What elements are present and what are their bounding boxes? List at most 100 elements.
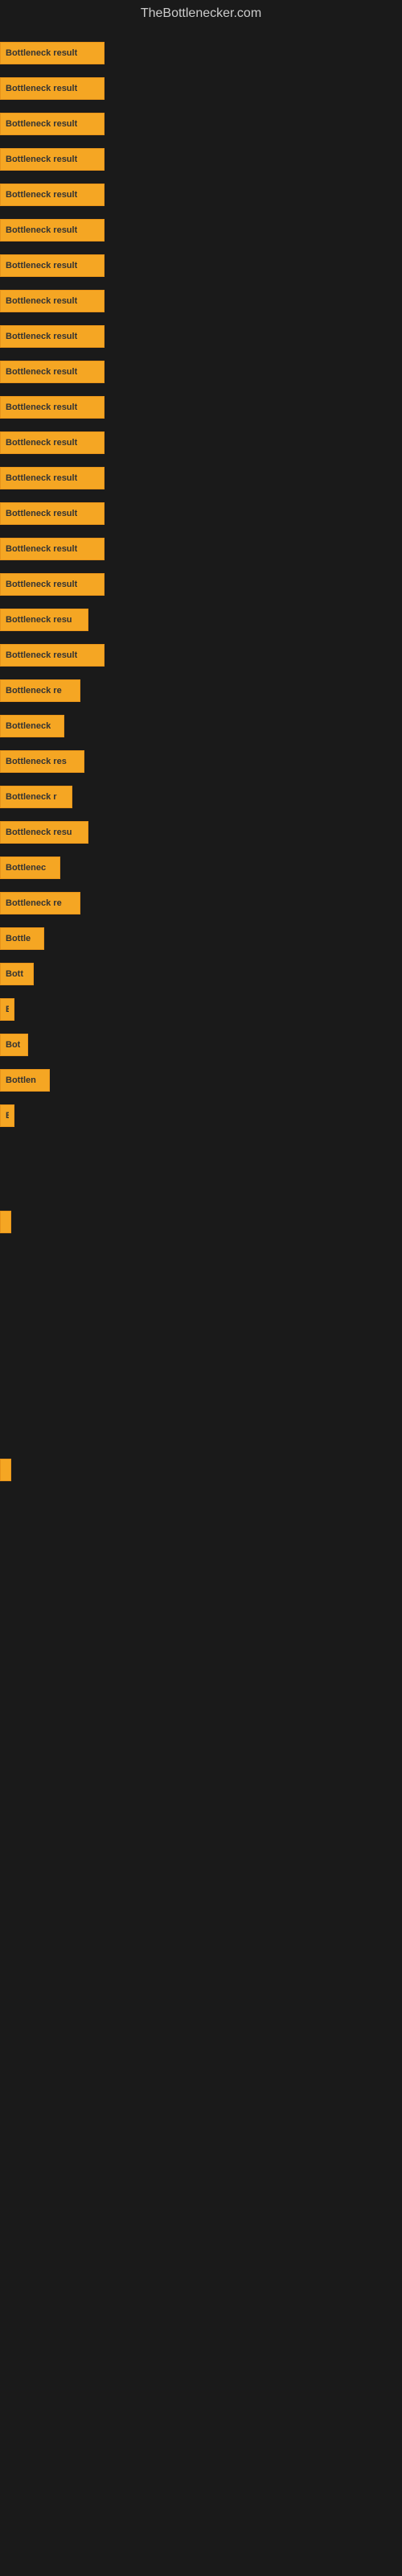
- bar-label: B: [6, 1111, 9, 1121]
- bar-row: [0, 1133, 402, 1169]
- bar-row: Bottleneck result: [0, 354, 402, 390]
- bar-row: [0, 1240, 402, 1275]
- bar-label: Bottleneck: [6, 721, 51, 731]
- bar-row: Bottleneck result: [0, 567, 402, 602]
- bottleneck-bar[interactable]: Bottleneck result: [0, 361, 105, 383]
- bar-row: Bottleneck result: [0, 213, 402, 248]
- bottleneck-bar[interactable]: Bottleneck result: [0, 573, 105, 596]
- bottleneck-bar[interactable]: Bottleneck result: [0, 431, 105, 454]
- bottleneck-bar[interactable]: Bottleneck result: [0, 219, 105, 242]
- bar-row: Bottleneck: [0, 708, 402, 744]
- bar-label: Bottleneck resu: [6, 828, 72, 837]
- bottleneck-bar[interactable]: Bottleneck res: [0, 750, 84, 773]
- bar-row: Bottlenec: [0, 850, 402, 886]
- bottleneck-bar[interactable]: Bottleneck result: [0, 467, 105, 489]
- bar-row: Bottleneck res: [0, 744, 402, 779]
- bottleneck-bar[interactable]: Bottleneck resu: [0, 821, 88, 844]
- bottleneck-bar[interactable]: Bottleneck result: [0, 254, 105, 277]
- bar-row: Bottleneck result: [0, 142, 402, 177]
- bar-row: Bott: [0, 956, 402, 992]
- bottleneck-bar[interactable]: |: [0, 1459, 11, 1481]
- site-title: TheBottlenecker.com: [0, 0, 402, 27]
- bottleneck-bar[interactable]: Bottlen: [0, 1069, 50, 1092]
- bottleneck-bar[interactable]: Bottleneck result: [0, 502, 105, 525]
- bar-label: Bottlenec: [6, 863, 46, 873]
- bar-label: B: [6, 1005, 9, 1014]
- bar-label: Bottleneck result: [6, 332, 77, 341]
- bar-label: Bottleneck result: [6, 190, 77, 200]
- bar-label: Bottleneck result: [6, 119, 77, 129]
- bar-row: Bottleneck result: [0, 496, 402, 531]
- bar-label: Bottleneck result: [6, 509, 77, 518]
- bar-row: [0, 1275, 402, 1311]
- bar-label: Bottleneck result: [6, 367, 77, 377]
- bottleneck-bar[interactable]: Bottleneck re: [0, 892, 80, 914]
- bar-row: Bottleneck result: [0, 531, 402, 567]
- bottleneck-bar[interactable]: Bottleneck result: [0, 77, 105, 100]
- bar-row: Bottleneck result: [0, 248, 402, 283]
- bar-row: [0, 1417, 402, 1452]
- bar-row: Bottleneck result: [0, 35, 402, 71]
- bottleneck-bar[interactable]: Bottleneck result: [0, 113, 105, 135]
- bar-row: Bottleneck result: [0, 283, 402, 319]
- bar-row: Bottleneck result: [0, 638, 402, 673]
- bar-row: B: [0, 992, 402, 1027]
- bottleneck-bar[interactable]: Bott: [0, 963, 34, 985]
- bar-label: Bottle: [6, 934, 31, 943]
- bar-label: Bottleneck re: [6, 898, 62, 908]
- bar-row: Bottle: [0, 921, 402, 956]
- bottleneck-bar[interactable]: Bot: [0, 1034, 28, 1056]
- bottleneck-bar[interactable]: Bottleneck resu: [0, 609, 88, 631]
- bar-label: Bottleneck result: [6, 438, 77, 448]
- bars-container: Bottleneck result Bottleneck result Bottle…: [0, 27, 402, 1496]
- bar-row: [0, 1346, 402, 1381]
- bar-label: Bottleneck result: [6, 84, 77, 93]
- bar-label: Bottleneck result: [6, 296, 77, 306]
- bottleneck-bar[interactable]: |: [0, 1211, 11, 1233]
- bottleneck-bar[interactable]: Bottleneck result: [0, 325, 105, 348]
- bar-label: Bottleneck result: [6, 473, 77, 483]
- bar-row: Bot: [0, 1027, 402, 1063]
- bar-label: Bott: [6, 969, 23, 979]
- bottleneck-bar[interactable]: B: [0, 998, 14, 1021]
- bar-row: Bottleneck resu: [0, 815, 402, 850]
- bottleneck-bar[interactable]: Bottleneck result: [0, 538, 105, 560]
- bar-row: Bottleneck re: [0, 673, 402, 708]
- bar-row: [0, 1169, 402, 1204]
- bar-row: |: [0, 1204, 402, 1240]
- bar-row: Bottlen: [0, 1063, 402, 1098]
- bar-label: Bottlen: [6, 1075, 36, 1085]
- bottleneck-bar[interactable]: Bottleneck: [0, 715, 64, 737]
- bar-label: Bottleneck result: [6, 402, 77, 412]
- bar-row: Bottleneck result: [0, 106, 402, 142]
- bar-row: Bottleneck result: [0, 390, 402, 425]
- bar-row: [0, 1311, 402, 1346]
- bottleneck-bar[interactable]: Bottle: [0, 927, 44, 950]
- bottleneck-bar[interactable]: Bottleneck r: [0, 786, 72, 808]
- bottleneck-bar[interactable]: Bottleneck result: [0, 396, 105, 419]
- bottleneck-bar[interactable]: Bottleneck result: [0, 290, 105, 312]
- bar-label: Bottleneck r: [6, 792, 57, 802]
- bottleneck-bar[interactable]: Bottleneck result: [0, 644, 105, 667]
- bar-row: |: [0, 1452, 402, 1488]
- bar-row: Bottleneck result: [0, 71, 402, 106]
- bar-row: Bottleneck result: [0, 460, 402, 496]
- bar-row: Bottleneck result: [0, 177, 402, 213]
- bar-row: Bottleneck re: [0, 886, 402, 921]
- bottleneck-bar[interactable]: Bottleneck result: [0, 184, 105, 206]
- bottleneck-bar[interactable]: Bottlenec: [0, 857, 60, 879]
- bar-row: B: [0, 1098, 402, 1133]
- bottleneck-bar[interactable]: Bottleneck re: [0, 679, 80, 702]
- bottleneck-bar[interactable]: Bottleneck result: [0, 148, 105, 171]
- bar-label: Bottleneck result: [6, 544, 77, 554]
- bar-row: Bottleneck resu: [0, 602, 402, 638]
- bar-label: Bottleneck result: [6, 580, 77, 589]
- bar-label: Bottleneck result: [6, 155, 77, 164]
- bottleneck-bar[interactable]: Bottleneck result: [0, 42, 105, 64]
- bar-label: Bottleneck res: [6, 757, 67, 766]
- bottleneck-bar[interactable]: B: [0, 1104, 14, 1127]
- bar-row: Bottleneck r: [0, 779, 402, 815]
- bar-row: Bottleneck result: [0, 425, 402, 460]
- bar-row: [0, 1381, 402, 1417]
- bar-label: Bottleneck result: [6, 261, 77, 270]
